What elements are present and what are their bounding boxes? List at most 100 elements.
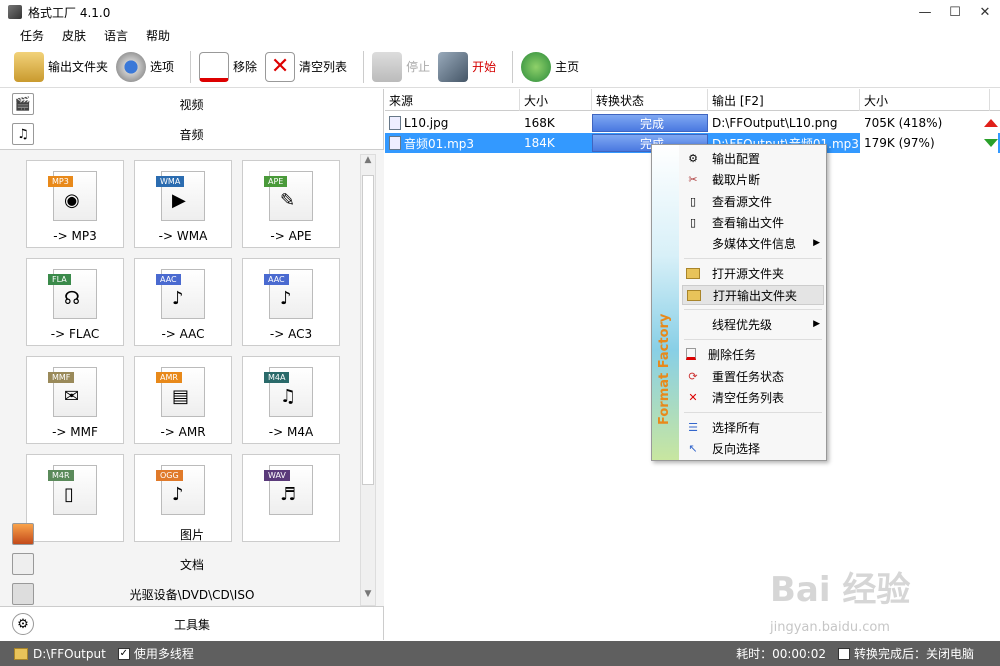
close-button[interactable]: ✕ [970,0,1000,24]
format-tile[interactable]: APE ✎ -> APE [242,160,340,248]
options-button[interactable]: 选项 [116,49,174,85]
output-size-cell: 179K (97%) [860,133,960,153]
column-output-size[interactable]: 大小 [860,89,990,111]
audio-format-icon: FLA ☊ [48,269,97,319]
remove-label: 移除 [233,60,258,74]
audio-format-icon: MP3 ◉ [48,171,97,221]
ctx-open-output-folder[interactable]: 打开输出文件夹 [682,285,824,305]
elapsed-time: 耗时：00:00:02 [736,647,826,661]
menu-task[interactable]: 任务 [20,27,44,44]
format-tile[interactable]: FLA ☊ -> FLAC [26,258,124,346]
menu-skin[interactable]: 皮肤 [62,27,86,44]
multithread-checkbox[interactable]: ✓ [117,647,130,660]
title-bar: 格式工厂 4.1.0 — ☐ ✕ [0,0,1000,24]
ctx-media-info[interactable]: 多媒体文件信息 ▶ [682,233,824,253]
after-done-label: 转换完成后：关闭电脑 [853,647,974,661]
ctx-clip[interactable]: ✂ 截取片断 [682,169,824,189]
source-name: 音频01.mp3 [404,136,475,151]
output-path[interactable]: D:\FFOutput [33,647,106,661]
category-video[interactable]: 🎬 视频 [0,89,383,119]
toolbar-separator [363,50,365,83]
maximize-button[interactable]: ☐ [940,0,970,24]
options-gear-icon [116,51,147,82]
home-button[interactable]: 主页 [521,49,579,85]
format-badge: MMF [48,372,75,383]
category-toolbox[interactable]: ⚙ 工具集 [0,609,384,639]
folder-icon [686,267,700,279]
format-label: -> APE [270,229,312,243]
scroll-thumb[interactable] [362,175,374,485]
output-file-icon: ▯ [689,215,697,229]
menu-bar: 任务 皮肤 语言 帮助 [0,24,1000,46]
format-badge: M4A [264,372,290,383]
image-icon [12,523,34,545]
format-badge: FLA [48,274,71,285]
ctx-delete-task[interactable]: 删除任务 [682,344,824,364]
format-tile[interactable]: AAC ♪ -> AAC [134,258,232,346]
ctx-open-source-folder[interactable]: 打开源文件夹 [682,263,824,283]
column-source[interactable]: 来源 [385,89,520,111]
ctx-output-config[interactable]: ⚙ 输出配置 [682,148,824,168]
ctx-invert-select[interactable]: ↖ 反向选择 [682,438,824,458]
audio-format-icon: AAC ♪ [156,269,205,319]
ctx-view-source[interactable]: ▯ 查看源文件 [682,191,824,211]
format-tile[interactable]: MP3 ◉ -> MP3 [26,160,124,248]
category-audio[interactable]: ♫ 音频 [0,119,383,149]
category-document[interactable]: 文档 [0,549,384,579]
audio-icon: ♫ [12,123,34,145]
ctx-thread-priority[interactable]: 线程优先级 ▶ [682,314,824,334]
format-tile[interactable]: WMA ▶ -> WMA [134,160,232,248]
shutdown-checkbox[interactable]: ✓ [837,647,850,660]
ctx-reset-status[interactable]: ⟳ 重置任务状态 [682,366,824,386]
bottom-categories: 图片 文档 光驱设备\DVD\CD\ISO ⚙ 工具集 [0,519,384,639]
format-tile[interactable]: M4A ♫ -> M4A [242,356,340,444]
toolbox-icon: ⚙ [12,613,34,635]
select-all-icon: ☰ [688,420,698,434]
menu-help[interactable]: 帮助 [146,27,170,44]
format-tile[interactable]: AAC ♪ -> AC3 [242,258,340,346]
menu-language[interactable]: 语言 [104,27,128,44]
stop-button[interactable]: 停止 [372,49,430,85]
remove-icon [199,51,230,82]
start-label: 开始 [472,60,497,74]
format-glyph-icon: ♪ [280,288,292,309]
format-label: -> FLAC [50,327,100,341]
minimize-button[interactable]: — [910,0,940,24]
size-cell: 184K [524,136,555,150]
table-row[interactable]: L10.jpg 168K 完成 D:\FFOutput\L10.png 705K… [385,113,1000,133]
home-globe-icon [521,51,552,82]
format-badge: WMA [156,176,185,187]
format-label: -> AAC [161,327,205,341]
folder-open-icon [687,289,701,301]
column-status[interactable]: 转换状态 [592,89,708,111]
remove-button[interactable]: 移除 [199,49,257,85]
submenu-arrow-icon: ▶ [813,319,820,329]
ctx-label: 重置任务状态 [712,369,785,384]
ctx-select-all[interactable]: ☰ 选择所有 [682,417,824,437]
clear-list-button[interactable]: ✕ 清空列表 [265,49,347,85]
category-image[interactable]: 图片 [0,519,384,549]
ctx-view-output[interactable]: ▯ 查看输出文件 [682,212,824,232]
audio-format-icon: WAV ♬ [264,465,313,515]
category-disc[interactable]: 光驱设备\DVD\CD\ISO [0,579,384,609]
format-tile[interactable]: AMR ▤ -> AMR [134,356,232,444]
menu-separator [684,258,822,259]
ctx-clear-list[interactable]: ✕ 清空任务列表 [682,387,824,407]
format-label: -> AMR [160,425,206,439]
column-size[interactable]: 大小 [520,89,592,111]
multithread-label: 使用多线程 [133,647,194,661]
column-output[interactable]: 输出 [F2] [708,89,860,111]
scroll-up-icon[interactable]: ▲ [361,155,375,171]
source-cell: L10.jpg [385,113,520,133]
category-label: 视频 [179,97,204,112]
reset-icon: ⟳ [688,369,698,383]
clear-list-icon: ✕ [265,51,296,82]
output-folder-label: 输出文件夹 [48,60,109,74]
output-folder-button[interactable]: 输出文件夹 [14,49,108,85]
source-name: L10.jpg [404,116,449,130]
start-button[interactable]: 开始 [438,49,496,85]
format-glyph-icon: ◉ [64,190,80,211]
ctx-label: 多媒体文件信息 [712,236,797,251]
output-folder-icon [14,51,44,82]
format-tile[interactable]: MMF ✉ -> MMF [26,356,124,444]
